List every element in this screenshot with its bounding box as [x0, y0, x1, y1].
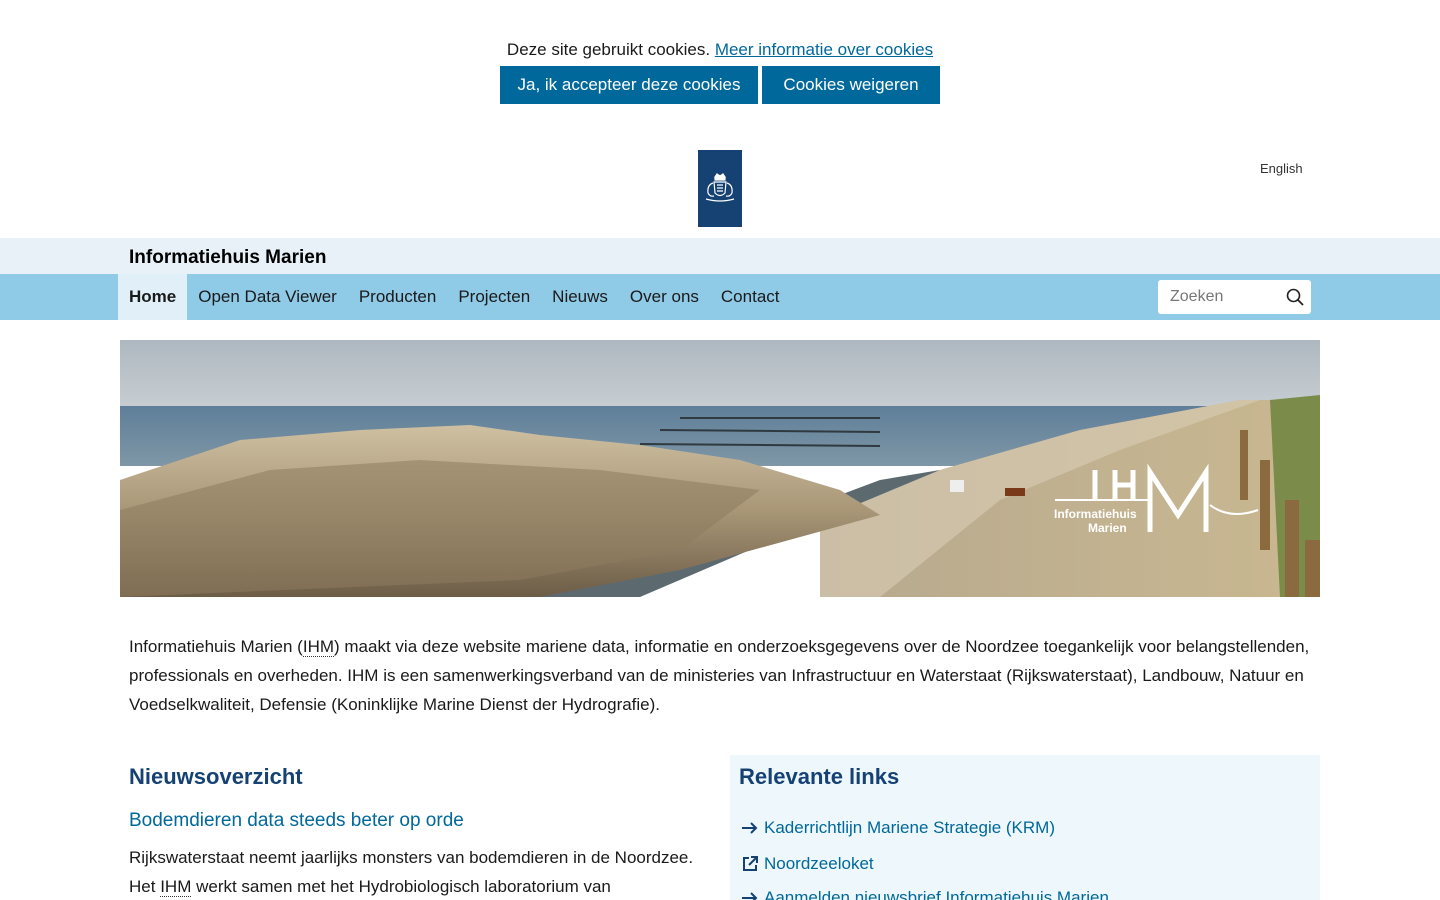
english-language-link[interactable]: English [1260, 161, 1303, 176]
arrow-right-icon [740, 819, 760, 837]
ihm-abbreviation: IHM [302, 637, 335, 657]
external-link-icon [740, 855, 760, 873]
intro-paragraph: Informatiehuis Marien (IHM) maakt via de… [129, 632, 1319, 719]
search-box [1158, 280, 1311, 314]
cookie-banner: Deze site gebruikt cookies. Meer informa… [0, 0, 1440, 130]
link-noordzeeloket[interactable]: Noordzeeloket [740, 854, 874, 874]
cookie-message: Deze site gebruikt cookies. Meer informa… [0, 40, 1440, 60]
nav-item-nieuws[interactable]: Nieuws [541, 274, 619, 320]
magnifier-icon[interactable] [1286, 288, 1304, 306]
relevant-links-heading: Relevante links [739, 764, 900, 789]
nav-item-contact[interactable]: Contact [710, 274, 791, 320]
accept-cookies-button[interactable]: Ja, ik accepteer deze cookies [500, 66, 758, 104]
main-nav: Home Open Data Viewer Producten Projecte… [118, 274, 791, 320]
site-title[interactable]: Informatiehuis Marien [129, 247, 326, 269]
news-item-title-link[interactable]: Bodemdieren data steeds beter op orde [129, 810, 464, 832]
link-krm[interactable]: Kaderrichtlijn Mariene Strategie (KRM) [740, 818, 1055, 838]
arrow-right-icon [740, 889, 760, 900]
link-krm-label: Kaderrichtlijn Mariene Strategie (KRM) [764, 818, 1055, 837]
rijksoverheid-crest-icon [705, 172, 735, 202]
rijksoverheid-logo[interactable] [698, 150, 742, 227]
nav-item-over-ons[interactable]: Over ons [619, 274, 710, 320]
news-overview-heading: Nieuwsoverzicht [129, 764, 303, 789]
hero-logo-line1: Informatiehuis [1054, 507, 1137, 521]
search-input[interactable] [1158, 280, 1273, 314]
news-text-2: werkt samen met het Hydrobiologisch labo… [191, 877, 611, 896]
nav-item-projecten[interactable]: Projecten [447, 274, 541, 320]
hero-image: Informatiehuis Marien [120, 340, 1320, 597]
nav-item-open-data-viewer[interactable]: Open Data Viewer [187, 274, 348, 320]
nav-item-home[interactable]: Home [118, 274, 188, 320]
link-newsletter[interactable]: Aanmelden nieuwsbrief Informatiehuis Mar… [740, 888, 1109, 900]
news-item-summary: Rijkswaterstaat neemt jaarlijks monsters… [129, 843, 709, 900]
link-newsletter-label: Aanmelden nieuwsbrief Informatiehuis Mar… [764, 888, 1109, 900]
cookie-more-info-link[interactable]: Meer informatie over cookies [715, 40, 933, 59]
intro-text-1: Informatiehuis Marien ( [129, 637, 303, 656]
cookie-text: Deze site gebruikt cookies. [506, 40, 711, 59]
cookie-buttons: Ja, ik accepteer deze cookies Cookies we… [500, 66, 940, 104]
hero-logo-line2: Marien [1088, 521, 1127, 535]
link-noordzeeloket-label: Noordzeeloket [764, 854, 874, 873]
nav-item-producten[interactable]: Producten [348, 274, 448, 320]
coastal-dike-photo: Informatiehuis Marien [120, 340, 1320, 597]
news-ihm-abbreviation: IHM [160, 877, 192, 897]
refuse-cookies-button[interactable]: Cookies weigeren [762, 66, 940, 104]
